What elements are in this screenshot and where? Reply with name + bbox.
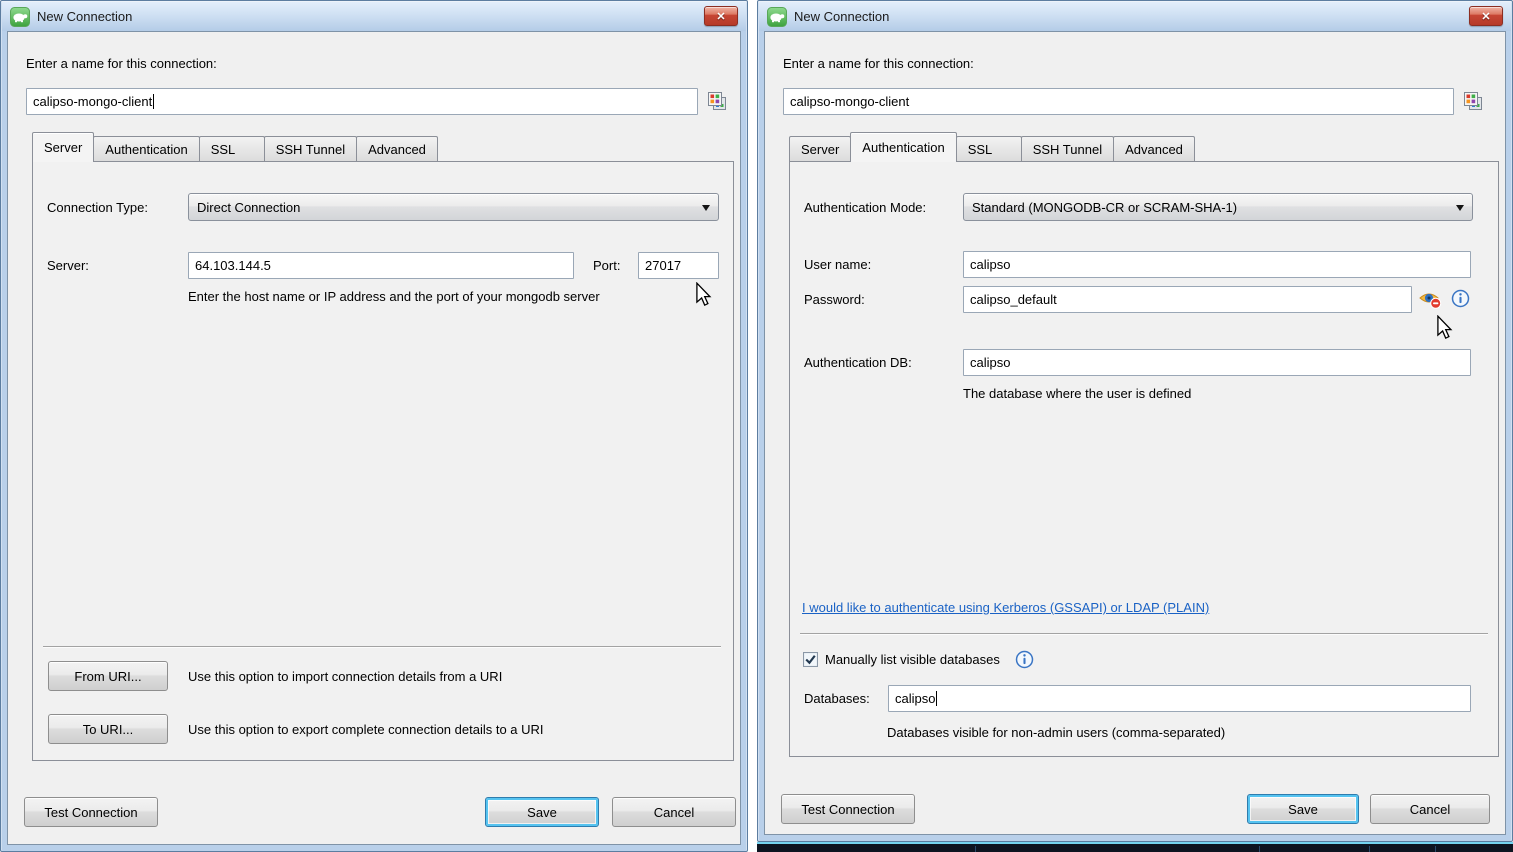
connection-name-label: Enter a name for this connection: — [26, 56, 217, 72]
close-icon: ✕ — [716, 10, 725, 23]
port-label: Port: — [593, 258, 620, 274]
tab-ssh-tunnel[interactable]: SSH Tunnel — [264, 136, 357, 161]
text-caret — [936, 691, 937, 706]
window-title: New Connection — [37, 9, 132, 24]
manual-list-checkbox-label: Manually list visible databases — [825, 652, 1000, 667]
connection-name-label: Enter a name for this connection: — [783, 56, 974, 72]
auth-db-label: Authentication DB: — [804, 355, 912, 371]
tab-server[interactable]: Server — [789, 136, 851, 161]
manual-list-info-icon[interactable] — [1015, 650, 1034, 669]
close-button[interactable]: ✕ — [1469, 6, 1503, 26]
new-connection-dialog-authentication: New Connection ✕ Enter a name for this c… — [757, 0, 1513, 842]
auth-db-input[interactable]: calipso — [963, 349, 1471, 376]
manual-list-checkbox[interactable] — [803, 652, 818, 667]
save-button[interactable]: Save — [1247, 794, 1359, 824]
authentication-tab-panel: Authentication Mode: Standard (MONGODB-C… — [789, 161, 1499, 757]
close-icon: ✕ — [1481, 10, 1490, 23]
connection-type-select[interactable]: Direct Connection — [188, 193, 719, 221]
chevron-down-icon — [702, 205, 710, 215]
taskbar-sliver — [757, 842, 1513, 852]
new-connection-dialog-server: New Connection ✕ Enter a name for this c… — [0, 0, 748, 852]
to-uri-button[interactable]: To URI... — [48, 714, 168, 744]
connection-type-label: Connection Type: — [47, 200, 148, 216]
password-label: Password: — [804, 292, 865, 308]
tab-ssh-tunnel[interactable]: SSH Tunnel — [1021, 136, 1114, 161]
tab-server[interactable]: Server — [32, 132, 94, 162]
hide-password-eye-icon[interactable] — [1418, 288, 1443, 310]
connection-color-picker-icon[interactable] — [1462, 90, 1484, 112]
app-turtle-icon — [10, 7, 30, 27]
password-info-icon[interactable] — [1451, 289, 1470, 308]
mouse-cursor — [695, 282, 713, 308]
title-bar[interactable]: New Connection ✕ — [759, 2, 1511, 31]
dialog-body: Enter a name for this connection: calips… — [764, 31, 1506, 835]
to-uri-help-text: Use this option to export complete conne… — [188, 722, 544, 737]
port-input[interactable]: 27017 — [638, 252, 719, 279]
manual-list-checkbox-row: Manually list visible databases — [803, 650, 1034, 669]
server-input[interactable]: 64.103.144.5 — [188, 252, 574, 279]
tab-advanced[interactable]: Advanced — [356, 136, 438, 161]
close-button[interactable]: ✕ — [704, 6, 738, 26]
databases-label: Databases: — [804, 691, 870, 707]
tab-authentication[interactable]: Authentication — [93, 136, 199, 161]
username-label: User name: — [804, 257, 871, 273]
server-help-text: Enter the host name or IP address and th… — [188, 289, 600, 304]
separator — [800, 633, 1488, 634]
from-uri-button[interactable]: From URI... — [48, 661, 168, 691]
separator — [43, 646, 721, 647]
chevron-down-icon — [1456, 205, 1464, 215]
dialog-body: Enter a name for this connection: calips… — [7, 31, 741, 845]
tab-advanced[interactable]: Advanced — [1113, 136, 1195, 161]
password-input[interactable]: calipso_default — [963, 286, 1412, 313]
app-turtle-icon — [767, 7, 787, 27]
mouse-cursor — [1436, 315, 1454, 341]
server-tab-panel: Connection Type: Direct Connection Serve… — [32, 161, 734, 761]
test-connection-button[interactable]: Test Connection — [781, 794, 915, 824]
connection-name-input[interactable]: calipso-mongo-client — [783, 88, 1454, 115]
auth-mode-select[interactable]: Standard (MONGODB-CR or SCRAM-SHA-1) — [963, 193, 1473, 221]
cancel-button[interactable]: Cancel — [612, 797, 736, 827]
tab-ssl[interactable]: SSL — [199, 136, 265, 161]
kerberos-ldap-link[interactable]: I would like to authenticate using Kerbe… — [802, 600, 1209, 615]
auth-mode-label: Authentication Mode: — [804, 200, 926, 216]
tab-bar: Server Authentication SSL SSH Tunnel Adv… — [32, 132, 437, 162]
username-input[interactable]: calipso — [963, 251, 1471, 278]
tab-authentication[interactable]: Authentication — [850, 132, 956, 162]
tab-bar: Server Authentication SSL SSH Tunnel Adv… — [789, 132, 1194, 162]
save-button[interactable]: Save — [485, 797, 599, 827]
databases-input[interactable]: calipso — [888, 685, 1471, 712]
connection-color-picker-icon[interactable] — [706, 90, 728, 112]
tab-ssl[interactable]: SSL — [956, 136, 1022, 161]
title-bar[interactable]: New Connection ✕ — [2, 2, 746, 31]
connection-name-input[interactable]: calipso-mongo-client — [26, 88, 698, 115]
cancel-button[interactable]: Cancel — [1370, 794, 1490, 824]
test-connection-button[interactable]: Test Connection — [24, 797, 158, 827]
text-caret — [153, 94, 154, 109]
window-title: New Connection — [794, 9, 889, 24]
server-label: Server: — [47, 258, 89, 274]
databases-help-text: Databases visible for non-admin users (c… — [887, 725, 1225, 740]
from-uri-help-text: Use this option to import connection det… — [188, 669, 502, 684]
auth-db-help-text: The database where the user is defined — [963, 386, 1191, 401]
